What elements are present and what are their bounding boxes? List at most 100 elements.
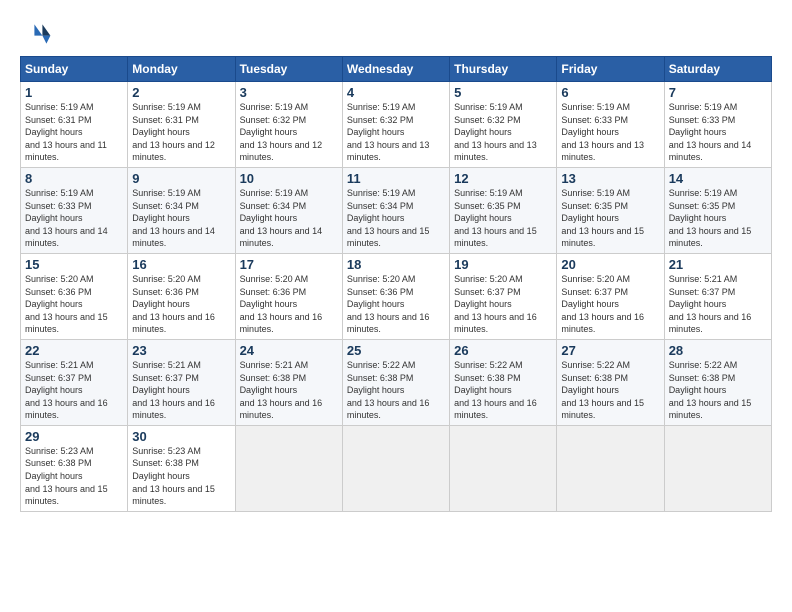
calendar-cell: 6Sunrise: 5:19 AMSunset: 6:33 PMDaylight… (557, 82, 664, 168)
calendar-cell: 3Sunrise: 5:19 AMSunset: 6:32 PMDaylight… (235, 82, 342, 168)
calendar-header: SundayMondayTuesdayWednesdayThursdayFrid… (21, 57, 772, 82)
header-saturday: Saturday (664, 57, 771, 82)
calendar-cell (342, 425, 449, 511)
logo-icon (20, 18, 52, 50)
day-number: 9 (132, 171, 230, 186)
calendar-cell: 5Sunrise: 5:19 AMSunset: 6:32 PMDaylight… (450, 82, 557, 168)
cell-info: Sunrise: 5:19 AMSunset: 6:33 PMDaylight … (669, 101, 767, 164)
cell-info: Sunrise: 5:23 AMSunset: 6:38 PMDaylight … (132, 445, 230, 508)
day-number: 18 (347, 257, 445, 272)
calendar-week-5: 29Sunrise: 5:23 AMSunset: 6:38 PMDayligh… (21, 425, 772, 511)
day-number: 3 (240, 85, 338, 100)
cell-info: Sunrise: 5:19 AMSunset: 6:34 PMDaylight … (240, 187, 338, 250)
day-number: 30 (132, 429, 230, 444)
calendar-cell: 12Sunrise: 5:19 AMSunset: 6:35 PMDayligh… (450, 167, 557, 253)
calendar-cell (235, 425, 342, 511)
header-wednesday: Wednesday (342, 57, 449, 82)
calendar-cell: 11Sunrise: 5:19 AMSunset: 6:34 PMDayligh… (342, 167, 449, 253)
calendar-cell: 8Sunrise: 5:19 AMSunset: 6:33 PMDaylight… (21, 167, 128, 253)
calendar-cell: 17Sunrise: 5:20 AMSunset: 6:36 PMDayligh… (235, 253, 342, 339)
day-number: 5 (454, 85, 552, 100)
cell-info: Sunrise: 5:19 AMSunset: 6:35 PMDaylight … (454, 187, 552, 250)
cell-info: Sunrise: 5:22 AMSunset: 6:38 PMDaylight … (347, 359, 445, 422)
header-sunday: Sunday (21, 57, 128, 82)
header (20, 18, 772, 50)
cell-info: Sunrise: 5:21 AMSunset: 6:38 PMDaylight … (240, 359, 338, 422)
cell-info: Sunrise: 5:21 AMSunset: 6:37 PMDaylight … (132, 359, 230, 422)
cell-info: Sunrise: 5:19 AMSunset: 6:31 PMDaylight … (25, 101, 123, 164)
day-number: 17 (240, 257, 338, 272)
calendar-cell: 23Sunrise: 5:21 AMSunset: 6:37 PMDayligh… (128, 339, 235, 425)
calendar-cell: 9Sunrise: 5:19 AMSunset: 6:34 PMDaylight… (128, 167, 235, 253)
cell-info: Sunrise: 5:19 AMSunset: 6:34 PMDaylight … (132, 187, 230, 250)
logo (20, 18, 56, 50)
calendar-cell: 27Sunrise: 5:22 AMSunset: 6:38 PMDayligh… (557, 339, 664, 425)
day-number: 21 (669, 257, 767, 272)
day-number: 24 (240, 343, 338, 358)
calendar-cell: 29Sunrise: 5:23 AMSunset: 6:38 PMDayligh… (21, 425, 128, 511)
day-number: 2 (132, 85, 230, 100)
calendar-cell: 19Sunrise: 5:20 AMSunset: 6:37 PMDayligh… (450, 253, 557, 339)
calendar-cell: 7Sunrise: 5:19 AMSunset: 6:33 PMDaylight… (664, 82, 771, 168)
day-number: 22 (25, 343, 123, 358)
cell-info: Sunrise: 5:20 AMSunset: 6:37 PMDaylight … (454, 273, 552, 336)
calendar-cell: 14Sunrise: 5:19 AMSunset: 6:35 PMDayligh… (664, 167, 771, 253)
cell-info: Sunrise: 5:19 AMSunset: 6:35 PMDaylight … (669, 187, 767, 250)
calendar-cell: 21Sunrise: 5:21 AMSunset: 6:37 PMDayligh… (664, 253, 771, 339)
calendar-cell: 18Sunrise: 5:20 AMSunset: 6:36 PMDayligh… (342, 253, 449, 339)
calendar-table: SundayMondayTuesdayWednesdayThursdayFrid… (20, 56, 772, 512)
cell-info: Sunrise: 5:21 AMSunset: 6:37 PMDaylight … (25, 359, 123, 422)
cell-info: Sunrise: 5:22 AMSunset: 6:38 PMDaylight … (669, 359, 767, 422)
cell-info: Sunrise: 5:19 AMSunset: 6:34 PMDaylight … (347, 187, 445, 250)
day-number: 1 (25, 85, 123, 100)
day-number: 20 (561, 257, 659, 272)
calendar-cell: 15Sunrise: 5:20 AMSunset: 6:36 PMDayligh… (21, 253, 128, 339)
day-number: 26 (454, 343, 552, 358)
cell-info: Sunrise: 5:20 AMSunset: 6:36 PMDaylight … (240, 273, 338, 336)
calendar-cell: 13Sunrise: 5:19 AMSunset: 6:35 PMDayligh… (557, 167, 664, 253)
header-friday: Friday (557, 57, 664, 82)
header-tuesday: Tuesday (235, 57, 342, 82)
calendar-week-3: 15 Sunrise: 5:20 AMSunset: 6:36 PMDayligh… (21, 253, 772, 339)
calendar-cell: 22Sunrise: 5:21 AMSunset: 6:37 PMDayligh… (21, 339, 128, 425)
cell-info: Sunrise: 5:20 AMSunset: 6:36 PMDaylight … (132, 273, 230, 336)
cell-info: Sunrise: 5:20 AMSunset: 6:36 PMDaylight … (347, 273, 445, 336)
calendar-cell: 2Sunrise: 5:19 AMSunset: 6:31 PMDaylight… (128, 82, 235, 168)
cell-info: Sunrise: 5:19 AMSunset: 6:31 PMDaylight … (132, 101, 230, 164)
cell-info: Sunrise: 5:22 AMSunset: 6:38 PMDaylight … (454, 359, 552, 422)
calendar-cell (664, 425, 771, 511)
day-number: 8 (25, 171, 123, 186)
day-number: 27 (561, 343, 659, 358)
calendar-cell: 16Sunrise: 5:20 AMSunset: 6:36 PMDayligh… (128, 253, 235, 339)
cell-info: Sunrise: 5:19 AMSunset: 6:33 PMDaylight … (561, 101, 659, 164)
day-number: 16 (132, 257, 230, 272)
day-number: 10 (240, 171, 338, 186)
header-monday: Monday (128, 57, 235, 82)
calendar-cell (557, 425, 664, 511)
cell-info: Sunrise: 5:19 AMSunset: 6:32 PMDaylight … (454, 101, 552, 164)
cell-info: Sunrise: 5:19 AMSunset: 6:33 PMDaylight … (25, 187, 123, 250)
day-number: 25 (347, 343, 445, 358)
calendar-cell: 4Sunrise: 5:19 AMSunset: 6:32 PMDaylight… (342, 82, 449, 168)
day-number: 6 (561, 85, 659, 100)
day-number: 11 (347, 171, 445, 186)
calendar-cell: 1Sunrise: 5:19 AMSunset: 6:31 PMDaylight… (21, 82, 128, 168)
calendar-week-1: 1Sunrise: 5:19 AMSunset: 6:31 PMDaylight… (21, 82, 772, 168)
day-number: 29 (25, 429, 123, 444)
calendar-cell: 24Sunrise: 5:21 AMSunset: 6:38 PMDayligh… (235, 339, 342, 425)
calendar-week-2: 8Sunrise: 5:19 AMSunset: 6:33 PMDaylight… (21, 167, 772, 253)
calendar-cell: 28Sunrise: 5:22 AMSunset: 6:38 PMDayligh… (664, 339, 771, 425)
calendar-cell: 10Sunrise: 5:19 AMSunset: 6:34 PMDayligh… (235, 167, 342, 253)
cell-info: Sunrise: 5:20 AMSunset: 6:37 PMDaylight … (561, 273, 659, 336)
day-number: 23 (132, 343, 230, 358)
day-number: 28 (669, 343, 767, 358)
cell-info: Sunrise: 5:19 AMSunset: 6:32 PMDaylight … (347, 101, 445, 164)
day-number: 14 (669, 171, 767, 186)
cell-info: Sunrise: 5:23 AMSunset: 6:38 PMDaylight … (25, 445, 123, 508)
calendar-cell (450, 425, 557, 511)
day-number: 4 (347, 85, 445, 100)
calendar-cell: 26Sunrise: 5:22 AMSunset: 6:38 PMDayligh… (450, 339, 557, 425)
cell-info: Sunrise: 5:19 AMSunset: 6:35 PMDaylight … (561, 187, 659, 250)
day-number: 19 (454, 257, 552, 272)
day-number: 15 (25, 257, 123, 272)
